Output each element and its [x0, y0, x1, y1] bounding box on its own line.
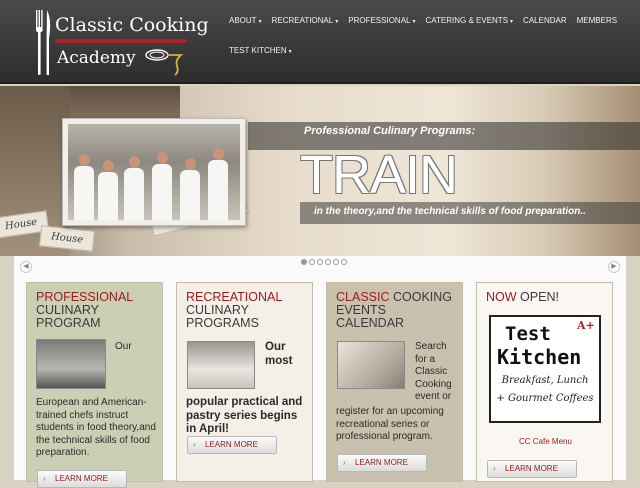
slider-dot[interactable]: [301, 259, 307, 265]
hero-chef-photo: [62, 118, 246, 226]
slider-pagination: [301, 259, 347, 265]
chevron-down-icon: ▾: [288, 49, 292, 55]
logo-title-line1: Classic Cooking: [55, 14, 209, 36]
slider-dot[interactable]: [341, 259, 347, 265]
chevron-down-icon: ▾: [510, 19, 514, 25]
card-calendar: Classic Cooking Events Calendar Search f…: [326, 282, 463, 482]
hero-subtitle: Professional Culinary Programs:: [304, 125, 476, 137]
site-logo[interactable]: Classic Cooking Academy: [35, 10, 209, 78]
cooking-photo: [337, 341, 405, 389]
learn-more-button[interactable]: › Learn More: [337, 454, 427, 472]
chevron-down-icon: ▾: [412, 19, 416, 25]
learn-more-button[interactable]: › Learn More: [187, 436, 277, 454]
nav-item-recreational[interactable]: Recreational ▾: [272, 14, 339, 29]
nav-item-members[interactable]: Members: [577, 14, 617, 29]
chef-figure: [98, 160, 118, 220]
card-side-text: Our most: [265, 341, 293, 367]
chef-figure: [208, 148, 228, 220]
chef-figure: [180, 158, 200, 220]
hero-slide[interactable]: House House Boulder House Professional C…: [0, 86, 640, 256]
card-body: register for an upcoming recreational se…: [336, 406, 444, 442]
kitchen-photo: [36, 339, 106, 389]
learn-more-button[interactable]: › Learn More: [37, 470, 127, 488]
chevron-right-icon: ›: [493, 464, 496, 473]
main-nav: About ▾ Recreational ▾ Professional ▾ Cater…: [229, 14, 634, 59]
card-side-text: Our: [115, 341, 132, 352]
chevron-right-icon: ›: [43, 474, 46, 483]
card-title: Recreational Culinary Programs: [186, 290, 282, 330]
chef-figure: [74, 154, 94, 220]
chef-figure: [152, 152, 172, 220]
nav-item-catering-events[interactable]: Catering & Events ▾: [426, 14, 514, 29]
card-now-open: Now Open! Test A+ Kitchen Breakfast, Lun…: [476, 282, 613, 482]
logo-title-line2: Academy: [57, 48, 136, 68]
chef-team-image: [68, 124, 240, 220]
card-body: popular practical and pastry series begi…: [186, 396, 303, 435]
test-kitchen-logo[interactable]: Test A+ Kitchen Breakfast, Lunch + Gourm…: [489, 315, 601, 423]
chevron-down-icon: ▾: [335, 19, 339, 25]
card-side-text: Search for a Classic Cooking event or: [415, 341, 452, 402]
learn-more-button[interactable]: › Learn More: [487, 460, 577, 478]
fork-knife-icon: [36, 10, 51, 75]
slider-dot[interactable]: [317, 259, 323, 265]
nav-item-about[interactable]: About ▾: [229, 14, 262, 29]
nav-item-professional[interactable]: Professional ▾: [348, 14, 415, 29]
slider-dot[interactable]: [333, 259, 339, 265]
chef-figure: [124, 156, 144, 220]
card-title: Classic Cooking Events Calendar: [336, 290, 453, 330]
slider-controls: ◀ ▶: [14, 256, 626, 278]
chevron-right-icon: ›: [343, 458, 346, 467]
chevron-right-icon: ›: [193, 440, 196, 449]
slider-dot[interactable]: [325, 259, 331, 265]
nav-item-test-kitchen[interactable]: Test Kitchen ▾: [229, 44, 292, 59]
card-body: European and American-trained chefs inst…: [36, 397, 156, 458]
card-professional: Professional Culinary Program Our Europe…: [26, 282, 163, 488]
card-title: Professional Culinary Program: [36, 290, 133, 330]
chevron-down-icon: ▾: [258, 19, 262, 25]
hero-headline: TRAIN: [300, 145, 458, 205]
card-recreational: Recreational Culinary Programs Our most …: [176, 282, 313, 482]
nav-item-calendar[interactable]: Calendar: [523, 14, 567, 29]
whisk-icon: [145, 49, 184, 76]
logo-underline: [55, 39, 187, 43]
cafe-menu-link[interactable]: CC Cafe Menu: [477, 437, 614, 446]
hero-tagline: in the theory,and the technical skills o…: [314, 206, 586, 217]
chefs-photo: [187, 341, 255, 389]
slider-dot[interactable]: [309, 259, 315, 265]
card-title: Now Open!: [486, 290, 559, 304]
site-header: Classic Cooking Academy About ▾ Recreatio…: [0, 0, 640, 84]
slider-next-button[interactable]: ▶: [608, 261, 620, 273]
slider-prev-button[interactable]: ◀: [20, 261, 32, 273]
